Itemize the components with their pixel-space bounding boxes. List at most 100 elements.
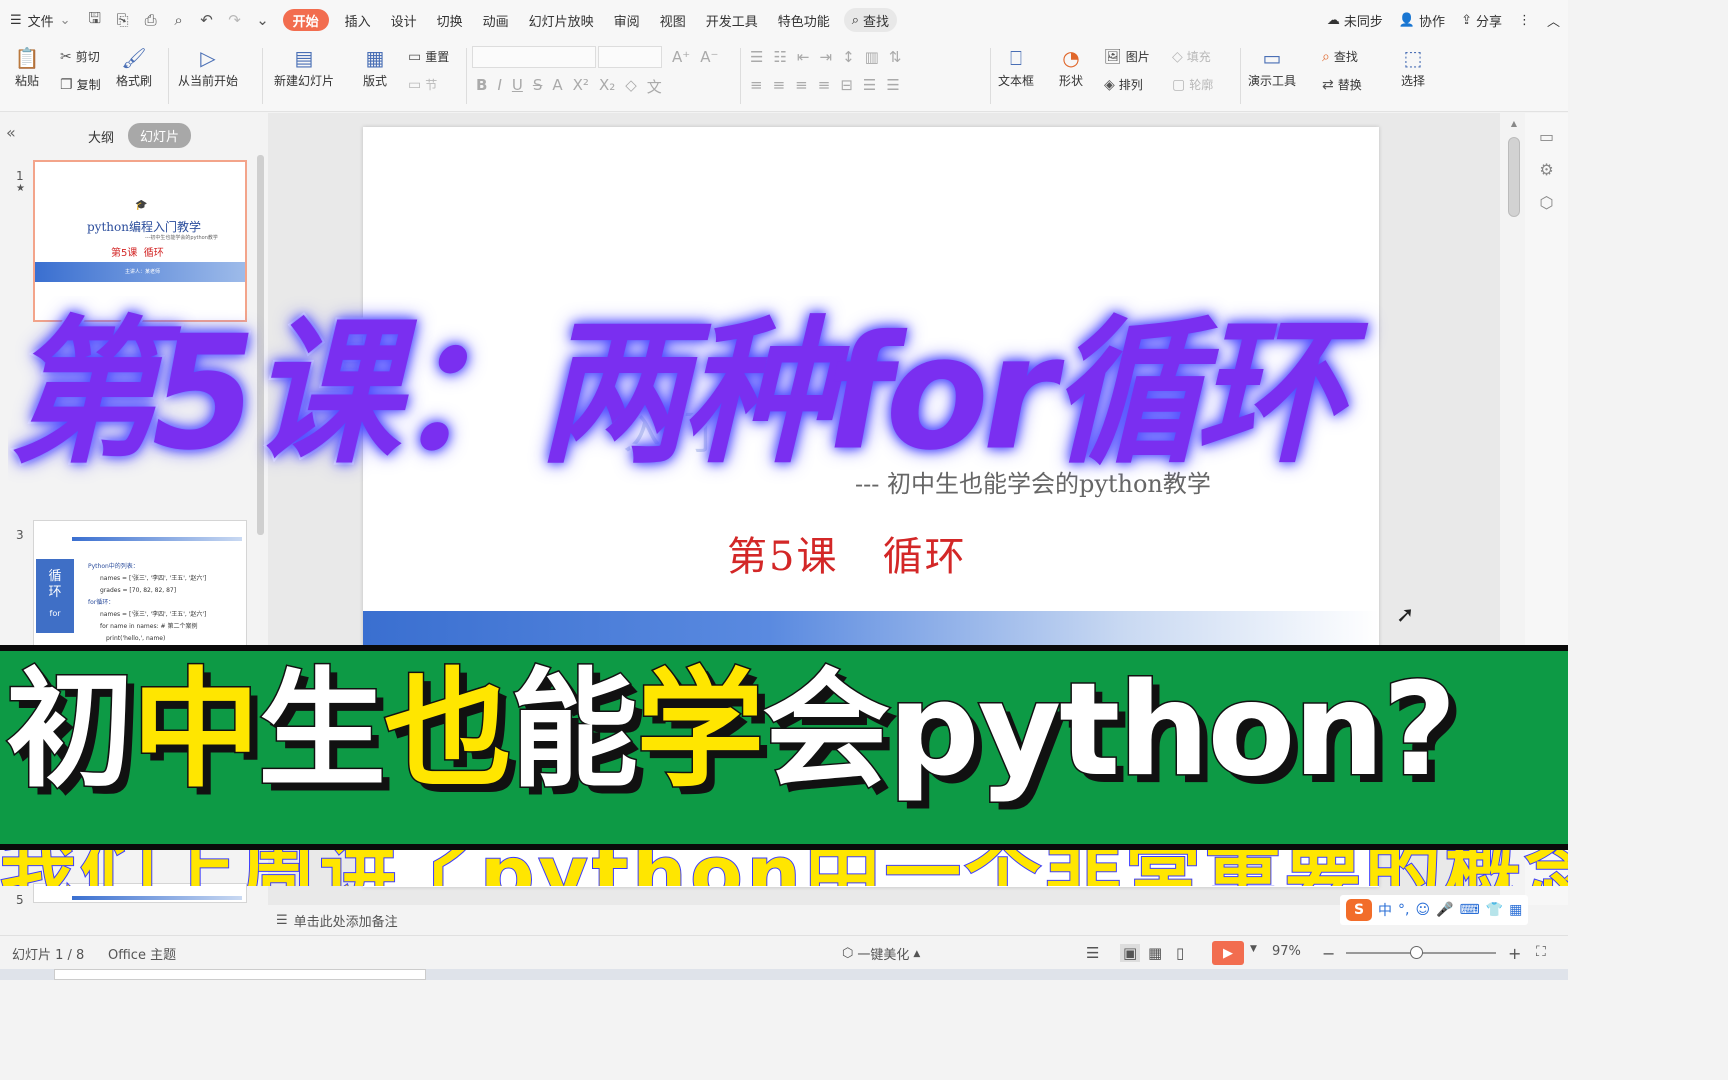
search-box[interactable]: ⌕ 查找: [843, 8, 898, 32]
slide-thumbnail-5[interactable]: [33, 883, 247, 903]
grow-font-icon[interactable]: A⁺: [672, 48, 690, 66]
zoom-slider-handle[interactable]: [1410, 946, 1423, 959]
collapse-panel-icon[interactable]: «: [6, 123, 16, 142]
justify-icon[interactable]: ≡: [818, 76, 831, 94]
beautify-button[interactable]: ⬡ 一键美化 ▲: [842, 944, 920, 963]
skin-icon[interactable]: 👕: [1486, 902, 1503, 918]
share-button[interactable]: ⇪ 分享: [1453, 0, 1510, 40]
font-size-select[interactable]: [598, 46, 662, 68]
align-right-icon[interactable]: ≡: [795, 76, 808, 94]
align-left-icon[interactable]: ≡: [750, 76, 763, 94]
collapse-ribbon-icon[interactable]: ︿: [1539, 0, 1568, 40]
text-direction-icon[interactable]: ⇅: [889, 48, 902, 66]
tab-developer[interactable]: 开发工具: [696, 0, 768, 40]
from-current-button[interactable]: ▷ 从当前开始: [178, 44, 238, 89]
tab-outline[interactable]: 大纲: [88, 127, 114, 146]
taskbar-window[interactable]: [54, 969, 426, 980]
paste-button[interactable]: 📋 粘贴: [12, 44, 42, 89]
undo-icon[interactable]: ↶: [193, 0, 221, 40]
notes-toggle-icon[interactable]: ☰: [1086, 944, 1099, 962]
distribute-icon[interactable]: ⊟: [840, 76, 853, 94]
strikethrough-icon[interactable]: S: [533, 76, 543, 97]
tab-slides[interactable]: 幻灯片: [128, 123, 192, 148]
chinese-mode-icon[interactable]: 中: [1378, 900, 1392, 920]
tab-review[interactable]: 审阅: [604, 0, 650, 40]
paragraph-spacing-icon[interactable]: ☰: [863, 76, 876, 94]
save-icon[interactable]: 🖫: [81, 0, 109, 40]
keyboard-icon[interactable]: ⌨: [1460, 902, 1480, 918]
decrease-indent-icon[interactable]: ⇤: [797, 48, 810, 66]
tab-features[interactable]: 特色功能: [768, 0, 840, 40]
print-preview-icon[interactable]: ⌕: [165, 0, 193, 40]
find-button[interactable]: ⌕ 查找: [1322, 48, 1358, 65]
bullet-list-icon[interactable]: ☰: [750, 48, 763, 66]
tab-transition[interactable]: 切换: [427, 0, 473, 40]
columns-icon[interactable]: ▥: [865, 48, 879, 66]
font-family-select[interactable]: [472, 46, 596, 68]
collab-button[interactable]: 👤 协作: [1391, 0, 1453, 40]
reset-button[interactable]: ▭ 重置: [408, 48, 449, 65]
zoom-out-icon[interactable]: −: [1322, 944, 1335, 963]
shrink-font-icon[interactable]: A⁻: [700, 48, 718, 66]
grid-icon[interactable]: ▦: [1509, 902, 1522, 918]
eraser-icon[interactable]: ◇: [625, 76, 637, 97]
zoom-in-icon[interactable]: +: [1508, 944, 1521, 963]
chevron-down-icon[interactable]: ▼: [1250, 944, 1257, 954]
outline-button[interactable]: ▢ 轮廓: [1172, 76, 1213, 93]
new-slide-button[interactable]: ▤ 新建幻灯片: [274, 44, 334, 89]
picture-button[interactable]: 🖼 图片: [1104, 48, 1150, 65]
punctuation-icon[interactable]: °,: [1398, 902, 1409, 918]
tab-design[interactable]: 设计: [381, 0, 427, 40]
scroll-up-icon[interactable]: ▲: [1504, 119, 1524, 128]
redo-icon[interactable]: ↷: [221, 0, 249, 40]
italic-icon[interactable]: I: [497, 76, 501, 97]
font-color-icon[interactable]: A: [552, 76, 562, 97]
zoom-level[interactable]: 97%: [1272, 944, 1301, 959]
underline-icon[interactable]: U: [512, 76, 523, 97]
present-tools-button[interactable]: ▭ 演示工具: [1248, 44, 1296, 89]
textbox-button[interactable]: ⎕ 文本框: [998, 44, 1034, 89]
sogou-logo-icon[interactable]: S: [1346, 899, 1372, 921]
layout-button[interactable]: ▦ 版式: [360, 44, 390, 89]
copy-button[interactable]: ❐ 复制: [60, 76, 101, 93]
theme-name[interactable]: Office 主题: [108, 944, 176, 963]
numbered-list-icon[interactable]: ☷: [773, 48, 786, 66]
arrange-button[interactable]: ◈ 排列: [1104, 76, 1143, 93]
reading-view-icon[interactable]: ▯: [1176, 944, 1184, 962]
slide-lesson-title[interactable]: 第5课 循环: [727, 524, 967, 582]
settings-sliders-icon[interactable]: ⚙: [1525, 160, 1568, 179]
collapse-icon[interactable]: ▭: [1525, 127, 1568, 146]
scroll-thumb[interactable]: [1508, 137, 1520, 217]
line-spacing-icon[interactable]: ↕: [842, 48, 855, 66]
cube-icon[interactable]: ⬡: [1525, 193, 1568, 212]
align-center-icon[interactable]: ≡: [773, 76, 786, 94]
tab-insert[interactable]: 插入: [335, 0, 381, 40]
normal-view-icon[interactable]: ▣: [1120, 944, 1141, 962]
customize-icon[interactable]: ⌄: [249, 0, 277, 40]
sync-button[interactable]: ☁ 未同步: [1319, 0, 1391, 40]
fill-button[interactable]: ◇ 填充: [1172, 48, 1211, 65]
export-icon[interactable]: ⎘: [109, 0, 137, 40]
bold-icon[interactable]: B: [476, 76, 487, 97]
microphone-icon[interactable]: 🎤: [1436, 902, 1453, 918]
shape-button[interactable]: ◔ 形状: [1056, 44, 1086, 89]
cut-button[interactable]: ✂ 剪切: [60, 48, 100, 65]
fit-window-icon[interactable]: ⛶: [1536, 944, 1546, 960]
replace-button[interactable]: ⇄ 替换: [1322, 76, 1362, 93]
select-button[interactable]: ⬚ 选择: [1398, 44, 1428, 89]
play-slideshow-button[interactable]: ▶: [1212, 941, 1244, 965]
sorter-view-icon[interactable]: ▦: [1148, 944, 1162, 962]
print-icon[interactable]: ⎙: [137, 0, 165, 40]
tab-home[interactable]: 开始: [282, 9, 329, 31]
superscript-icon[interactable]: X²: [573, 76, 589, 97]
tab-view[interactable]: 视图: [650, 0, 696, 40]
subscript-icon[interactable]: X₂: [599, 76, 615, 97]
section-button[interactable]: ▭ 节: [408, 76, 437, 93]
tab-slideshow[interactable]: 幻灯片放映: [519, 0, 604, 40]
increase-indent-icon[interactable]: ⇥: [819, 48, 832, 66]
file-menu[interactable]: ☰ 文件 ⌄: [0, 0, 81, 40]
more-icon[interactable]: ⋮: [1510, 0, 1539, 40]
phonetic-icon[interactable]: 文: [647, 76, 662, 97]
tab-animation[interactable]: 动画: [473, 0, 519, 40]
emoji-icon[interactable]: ☺: [1415, 902, 1430, 918]
